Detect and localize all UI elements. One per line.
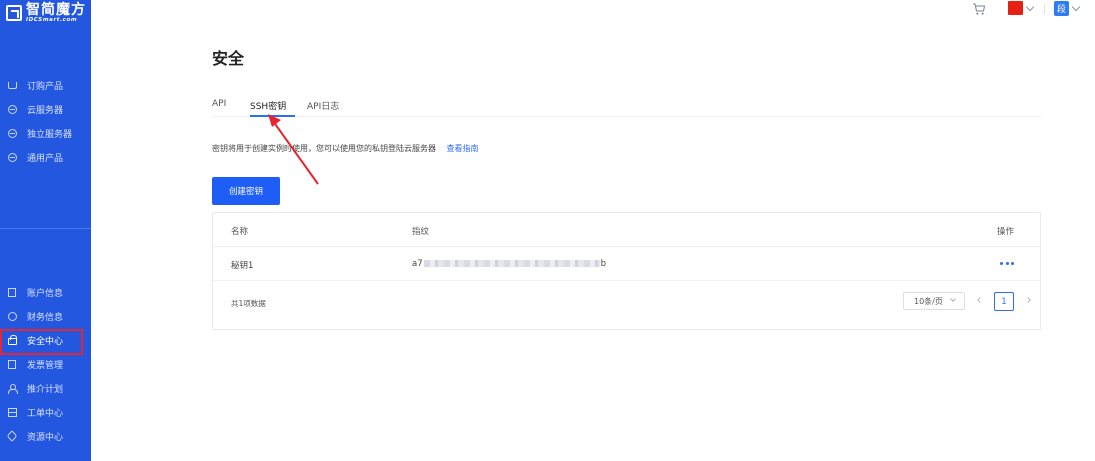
current-page-button[interactable]: 1: [994, 292, 1014, 311]
sidebar-item-label: 通用产品: [27, 153, 64, 164]
sidebar-item-label: 推介计划: [27, 384, 64, 395]
column-header-fingerprint: 指纹: [412, 227, 430, 237]
header-divider: [1044, 4, 1045, 14]
column-header-name: 名称: [231, 227, 249, 237]
key-name-cell: 秘钥1: [231, 261, 254, 271]
sidebar-divider: [0, 228, 91, 229]
total-count: 共1项数据: [231, 299, 266, 308]
create-key-button[interactable]: 创建密钥: [212, 177, 280, 205]
sidebar-item-label: 云服务器: [27, 105, 64, 116]
chevron-down-icon: [950, 296, 956, 302]
top-bar: [91, 0, 1095, 20]
sidebar-item-finance-info[interactable]: 财务信息: [0, 304, 91, 328]
shopping-cart-icon[interactable]: [972, 2, 986, 16]
sidebar: 智简魔方 IDCSmart.com 订购产品 云服务器 独立服务器 通用产品 账…: [0, 0, 91, 461]
ssh-key-description: 密钥将用于创建实例时使用，您可以使用您的私钥登陆云服务器 查看指南: [212, 143, 479, 154]
sidebar-item-security-center[interactable]: 安全中心: [0, 328, 91, 355]
page-size-select[interactable]: 10条/页: [903, 292, 965, 310]
page-size-value: 10条/页: [914, 296, 943, 306]
server-icon: [7, 407, 17, 417]
sidebar-bottom-nav: 账户信息 财务信息 安全中心 发票管理 推介计划 工单中心 资源中心: [0, 280, 91, 448]
id-card-icon: [7, 287, 17, 297]
table-header: 名称 指纹 操作: [213, 213, 1040, 247]
table-row[interactable]: 秘钥1 a7 b: [213, 247, 1040, 281]
ssh-key-table: 名称 指纹 操作 秘钥1 a7 b 共1项数据 10条/页 1: [212, 212, 1041, 330]
sidebar-item-label: 安全中心: [27, 336, 64, 347]
sidebar-item-label: 资源中心: [27, 432, 64, 443]
tab-api-log[interactable]: API日志: [307, 99, 339, 112]
sidebar-item-order-product[interactable]: 订购产品: [0, 73, 91, 97]
active-tab-indicator: [250, 115, 295, 117]
sidebar-item-cloud-server[interactable]: 云服务器: [0, 97, 91, 121]
invoice-icon: [7, 359, 17, 369]
sidebar-item-label: 账户信息: [27, 288, 64, 299]
cart-icon: [7, 80, 17, 90]
brand-name: 智简魔方: [26, 2, 86, 18]
sidebar-item-account-info[interactable]: 账户信息: [0, 280, 91, 304]
page-title: 安全: [212, 49, 245, 68]
more-actions-icon[interactable]: [1000, 262, 1014, 265]
tab-ssh-key[interactable]: SSH密钥: [250, 99, 286, 112]
sidebar-item-tickets[interactable]: 工单中心: [0, 400, 91, 424]
sidebar-item-dedicated-server[interactable]: 独立服务器: [0, 121, 91, 145]
tab-api[interactable]: API: [212, 99, 226, 109]
fingerprint-redacted: [423, 260, 600, 267]
column-header-actions: 操作: [997, 227, 1015, 237]
sidebar-item-label: 独立服务器: [27, 129, 73, 140]
sidebar-item-invoice[interactable]: 发票管理: [0, 352, 91, 376]
language-flag-icon[interactable]: [1008, 1, 1023, 15]
user-icon: [7, 383, 18, 394]
database-icon: [7, 128, 17, 138]
sidebar-item-label: 工单中心: [27, 408, 64, 419]
sidebar-item-label: 订购产品: [27, 81, 64, 92]
view-guide-link[interactable]: 查看指南: [447, 144, 479, 153]
sidebar-item-general-product[interactable]: 通用产品: [0, 145, 91, 169]
sidebar-top-nav: 订购产品 云服务器 独立服务器 通用产品: [0, 73, 91, 169]
table-pagination: 共1项数据 10条/页 1: [213, 281, 1040, 331]
description-text: 密钥将用于创建实例时使用，您可以使用您的私钥登陆云服务器: [212, 144, 436, 153]
database-icon: [7, 104, 17, 114]
prev-page-button[interactable]: [975, 295, 985, 307]
brand-domain: IDCSmart.com: [26, 17, 78, 23]
user-avatar[interactable]: 段: [1054, 1, 1069, 16]
sidebar-item-label: 财务信息: [27, 312, 64, 323]
database-icon: [7, 152, 17, 162]
sidebar-item-label: 发票管理: [27, 360, 64, 371]
app-root: 智简魔方 IDCSmart.com 订购产品 云服务器 独立服务器 通用产品 账…: [0, 0, 1095, 461]
sidebar-item-referral[interactable]: 推介计划: [0, 376, 91, 400]
lock-icon: [7, 334, 17, 345]
next-page-button[interactable]: [1025, 295, 1035, 307]
tag-icon: [6, 430, 18, 442]
chevron-right-icon: [1025, 297, 1031, 303]
sidebar-item-resources[interactable]: 资源中心: [0, 424, 91, 448]
key-fingerprint-cell: a7 b: [412, 259, 607, 269]
finance-icon: [7, 311, 17, 321]
security-tabs: API SSH密钥 API日志: [212, 96, 1041, 117]
logo-mark-icon: [6, 5, 22, 22]
chevron-left-icon: [977, 297, 983, 303]
brand-logo[interactable]: 智简魔方 IDCSmart.com: [6, 3, 86, 24]
